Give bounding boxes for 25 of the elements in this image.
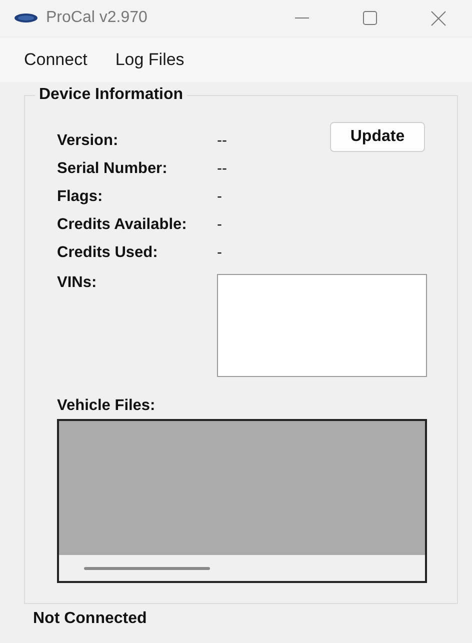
vins-list[interactable] bbox=[217, 274, 427, 377]
field-label: Credits Available: bbox=[57, 216, 188, 234]
menu-item[interactable]: Log Files bbox=[107, 46, 192, 74]
app-logo-icon bbox=[14, 13, 38, 23]
minimize-icon bbox=[295, 17, 309, 19]
status-text: Not Connected bbox=[33, 610, 148, 628]
update-button[interactable]: Update bbox=[330, 122, 425, 152]
field-value: - bbox=[217, 244, 222, 262]
field-value: -- bbox=[217, 160, 227, 178]
field-label: Serial Number: bbox=[57, 160, 168, 178]
group-title: Device Information bbox=[38, 86, 184, 104]
field-label: VINs: bbox=[57, 274, 98, 293]
vehicle-files-grid[interactable] bbox=[57, 419, 427, 583]
menu-item[interactable]: Connect bbox=[16, 46, 96, 74]
field-label: Version: bbox=[57, 132, 120, 150]
field-label: Flags: bbox=[57, 188, 104, 206]
field-value: -- bbox=[217, 132, 227, 150]
scrollbar-thumb[interactable] bbox=[84, 566, 210, 570]
field-value: - bbox=[217, 188, 222, 206]
field-value: - bbox=[217, 216, 222, 234]
close-icon bbox=[430, 10, 446, 26]
field-label: Credits Used: bbox=[57, 244, 159, 262]
maximize-icon bbox=[363, 11, 377, 25]
field-label: Vehicle Files: bbox=[57, 397, 156, 415]
window-title: ProCal v2.970 bbox=[46, 9, 148, 27]
